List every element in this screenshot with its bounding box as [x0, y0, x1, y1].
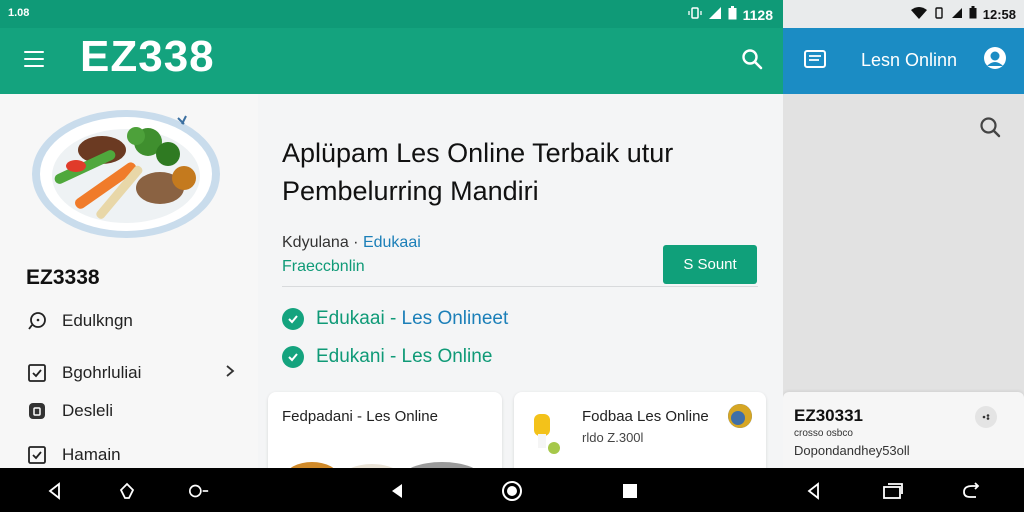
chat-icon [26, 310, 48, 332]
meta-link[interactable]: Edukaai [363, 234, 421, 251]
recents-icon[interactable] [619, 480, 641, 502]
page-headline: Aplüpam Les Online Terbaik utur Pembelur… [282, 138, 674, 206]
back-icon[interactable] [803, 480, 825, 502]
rotate-icon[interactable] [960, 480, 982, 502]
search-icon[interactable] [741, 48, 763, 75]
status-bar: 1.08 1128 [0, 0, 783, 28]
app-bar-title: Lesn Onlinn [861, 50, 958, 70]
divider [282, 286, 758, 287]
card-description: Dopondandhey53oll [794, 443, 910, 458]
feature-item: Edukaai - Les Onlineet [282, 308, 508, 330]
drawer-item-hamain[interactable]: Hamain [26, 444, 121, 466]
feature-item: Edukani - Les Online [282, 346, 492, 368]
more-options-icon[interactable] [975, 406, 997, 428]
app-bar: Lesn Onlinn [783, 28, 1024, 94]
status-left-text: 1.08 [8, 7, 30, 19]
status-time: 1128 [742, 6, 773, 23]
screenshot-stage: 1.08 1128 EZ338 EZ3338 Edulkngn Bgohrlul… [0, 0, 1024, 512]
status-time: 12:58 [982, 6, 1016, 22]
wifi-icon [910, 6, 927, 22]
product-image [524, 406, 568, 461]
drawer-site-name: EZ3338 [26, 266, 100, 289]
checkbox-icon [26, 362, 48, 384]
navigation-drawer: EZ3338 Edulkngn Bgohrluliai Desleli Hama… [0, 94, 258, 468]
system-navigation-bar [0, 468, 1024, 512]
card-title: EZ30331 [794, 406, 863, 425]
drawer-item-label: Desleli [62, 401, 114, 420]
food-thumbnail-image [282, 448, 492, 468]
card-subtitle: crosso osbco [794, 428, 853, 439]
assistant-icon[interactable] [116, 480, 138, 502]
recents-icon[interactable] [882, 480, 904, 502]
book-icon[interactable] [803, 48, 827, 75]
drawer-item-desleli[interactable]: Desleli [26, 400, 113, 422]
check-circle-icon [282, 346, 304, 368]
chevron-right-icon[interactable] [224, 364, 236, 382]
primary-button[interactable]: S Sount [663, 245, 757, 284]
back-icon[interactable] [44, 480, 66, 502]
signal-icon [708, 6, 722, 23]
drawer-item-label: Bgohrluliai [62, 363, 142, 382]
drawer-item-label: Edulkngn [62, 311, 133, 330]
app-bar: EZ338 [0, 28, 783, 94]
drawer-item-edulkngn[interactable]: Edulkngn [26, 310, 133, 332]
lock-icon [26, 400, 48, 422]
checkbox-icon [26, 444, 48, 466]
back-icon[interactable] [386, 480, 408, 502]
vibrate-icon [933, 6, 945, 22]
meta-line: Kdyulana · Edukaai [282, 234, 421, 251]
status-bar: 12:58 [783, 0, 1024, 28]
bottom-sheet-card[interactable]: EZ30331 crosso osbco Dopondandhey53oll [783, 392, 1024, 468]
profile-icon[interactable] [983, 46, 1007, 75]
home-icon[interactable] [501, 480, 523, 502]
home-pill-icon[interactable] [188, 480, 210, 502]
menu-icon[interactable] [24, 51, 44, 69]
left-phone-screen: 1.08 1128 EZ338 EZ3338 Edulkngn Bgohrlul… [0, 0, 783, 468]
drawer-item-bgohrluliai[interactable]: Bgohrluliai [26, 362, 141, 384]
main-content: Aplüpam Les Online Terbaik utur Pembelur… [258, 94, 783, 468]
search-icon[interactable] [979, 116, 1001, 143]
battery-icon [969, 6, 977, 22]
drawer-item-label: Hamain [62, 445, 121, 464]
card-title: Fodbaa Les Online [582, 408, 709, 425]
right-phone-screen: 12:58 Lesn Onlinn EZ30331 crosso osbco D… [783, 0, 1024, 468]
vibrate-icon [687, 6, 702, 23]
brand-title: EZ338 [80, 32, 215, 81]
avatar [728, 404, 752, 428]
signal-icon [951, 7, 963, 22]
meta-subtext: Fraeccbnlin [282, 258, 365, 275]
card-subtitle: rldo Z.300l [582, 430, 644, 445]
content-card[interactable]: Fodbaa Les Online rldo Z.300l [514, 392, 766, 468]
battery-icon [728, 6, 737, 23]
card-title: Fedpadani - Les Online [282, 408, 438, 425]
food-dish-image [30, 106, 222, 242]
check-circle-icon [282, 308, 304, 330]
content-card[interactable]: Fedpadani - Les Online [268, 392, 502, 468]
